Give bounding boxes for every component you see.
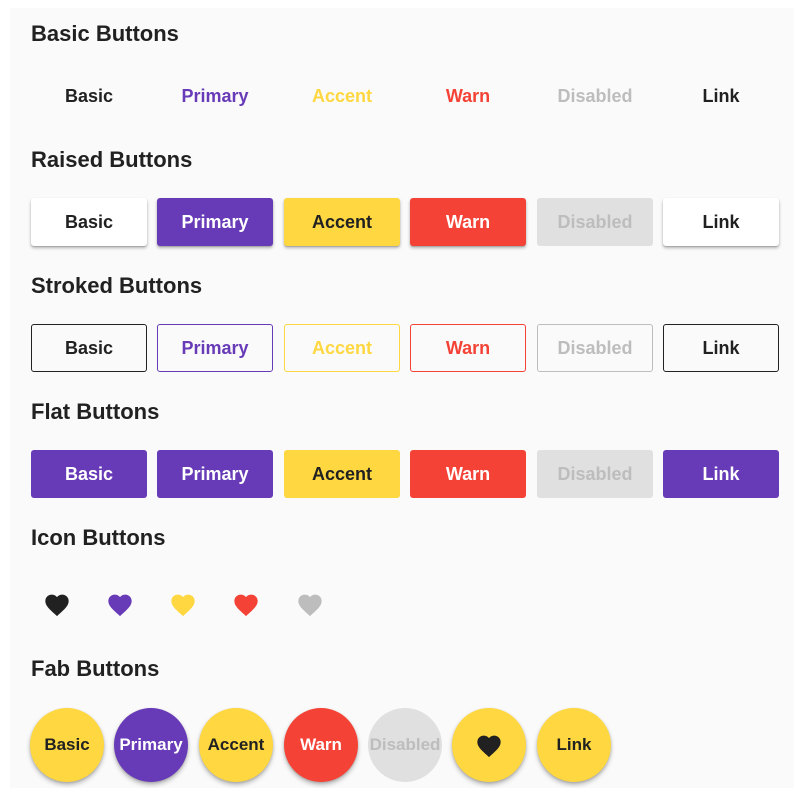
warn-button[interactable]: Warn	[410, 72, 526, 120]
primary-button[interactable]: Primary	[157, 450, 273, 498]
section-title: Basic Buttons	[31, 21, 179, 46]
primary-button[interactable]: Primary	[157, 198, 273, 246]
icon-fab-button[interactable]	[452, 708, 526, 782]
primary-icon-button[interactable]	[100, 584, 140, 624]
basic-button[interactable]: Basic	[31, 198, 147, 246]
primary-button[interactable]: Primary	[157, 72, 273, 120]
warn-button[interactable]: Warn	[410, 198, 526, 246]
basic-button[interactable]: Basic	[31, 324, 147, 372]
link-button[interactable]: Link	[663, 324, 779, 372]
basic-icon-button[interactable]	[37, 584, 77, 624]
section-title: Raised Buttons	[31, 147, 193, 172]
accent-button[interactable]: Accent	[284, 72, 400, 120]
section-title: Flat Buttons	[31, 399, 160, 424]
disabled-icon-button	[290, 584, 330, 624]
accent-button[interactable]: Accent	[284, 198, 400, 246]
accent-button[interactable]: Accent	[284, 450, 400, 498]
heart-icon	[298, 594, 322, 617]
heart-icon	[171, 594, 195, 617]
link-button[interactable]: Link	[663, 450, 779, 498]
accent-icon-button[interactable]	[163, 584, 203, 624]
warn-fab-button[interactable]: Warn	[284, 708, 358, 782]
basic-button[interactable]: Basic	[31, 72, 147, 120]
link-button[interactable]: Link	[663, 72, 779, 120]
flat-buttons-row: Basic Primary Accent Warn Disabled Link	[10, 450, 794, 498]
heart-icon	[477, 735, 501, 758]
heart-icon	[108, 594, 132, 617]
accent-fab-button[interactable]: Accent	[199, 708, 273, 782]
disabled-button: Disabled	[537, 198, 653, 246]
basic-buttons-row: Basic Primary Accent Warn Disabled Link	[10, 72, 794, 120]
basic-button[interactable]: Basic	[31, 450, 147, 498]
fab-buttons-row: Basic Primary Accent Warn Disabled Link	[10, 708, 794, 784]
disabled-button: Disabled	[537, 324, 653, 372]
warn-button[interactable]: Warn	[410, 450, 526, 498]
warn-button[interactable]: Warn	[410, 324, 526, 372]
icon-buttons-row	[10, 584, 794, 624]
disabled-button: Disabled	[537, 72, 653, 120]
disabled-fab-button: Disabled	[368, 708, 442, 782]
heart-icon	[45, 594, 69, 617]
stroked-buttons-row: Basic Primary Accent Warn Disabled Link	[10, 324, 794, 372]
heart-icon	[234, 594, 258, 617]
disabled-button: Disabled	[537, 450, 653, 498]
section-title: Stroked Buttons	[31, 273, 203, 298]
section-title: Icon Buttons	[31, 525, 166, 550]
link-fab-button[interactable]: Link	[537, 708, 611, 782]
raised-buttons-row: Basic Primary Accent Warn Disabled Link	[10, 198, 794, 246]
warn-icon-button[interactable]	[226, 584, 266, 624]
section-title: Fab Buttons	[31, 656, 160, 681]
accent-button[interactable]: Accent	[284, 324, 400, 372]
link-button[interactable]: Link	[663, 198, 779, 246]
basic-fab-button[interactable]: Basic	[30, 708, 104, 782]
primary-fab-button[interactable]: Primary	[114, 708, 188, 782]
primary-button[interactable]: Primary	[157, 324, 273, 372]
button-showcase-panel: Basic Buttons Basic Primary Accent Warn …	[10, 8, 794, 788]
